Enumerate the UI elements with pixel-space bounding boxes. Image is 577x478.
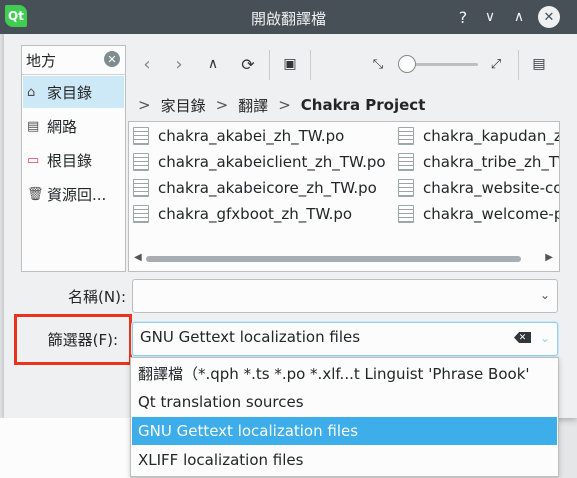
chevron-down-icon[interactable]: ⌄ xyxy=(540,288,550,302)
horizontal-scrollbar[interactable]: ◀ ▶ xyxy=(134,252,553,263)
zoom-in-icon[interactable]: ⤢ xyxy=(484,52,508,76)
file-item[interactable]: chakra_akabeiclient_zh_TW.po xyxy=(133,150,386,174)
title-bar[interactable]: Qt 開啟翻譯檔 ? ∨ ∧ ✕ xyxy=(0,0,577,34)
file-item[interactable]: chakra_akabeicore_zh_TW.po xyxy=(133,176,377,200)
root-folder-icon: ▭ xyxy=(27,152,40,168)
close-button[interactable]: ✕ xyxy=(538,6,560,28)
places-item-label: 家目錄 xyxy=(47,83,93,102)
filter-value: GNU Gettext localization files xyxy=(140,328,361,346)
network-icon: ▤ xyxy=(27,118,40,134)
breadcrumb-current[interactable]: Chakra Project xyxy=(301,96,426,114)
filter-option[interactable]: Qt translation sources xyxy=(132,388,557,416)
name-field[interactable]: ⌄ xyxy=(132,279,558,313)
home-icon: ⌂ xyxy=(27,84,36,100)
file-name: chakra_akabeicore_zh_TW.po xyxy=(158,179,377,197)
places-header: 地方 ✕ xyxy=(22,46,125,75)
file-item[interactable]: chakra_akabei_zh_TW.po xyxy=(133,124,344,148)
po-file-icon xyxy=(133,179,149,197)
scrollbar-thumb[interactable] xyxy=(146,256,521,262)
help-button[interactable]: ? xyxy=(452,6,474,28)
file-item[interactable]: chakra_gfxboot_zh_TW.po xyxy=(133,202,352,226)
places-item-root[interactable]: ▭ 根目錄 xyxy=(23,144,124,176)
clear-text-icon[interactable]: ✕ xyxy=(514,332,531,343)
maximize-button[interactable]: ∧ xyxy=(508,6,530,28)
scroll-right-icon[interactable]: ▶ xyxy=(545,252,553,263)
filter-dropdown-list: 翻譯檔（*.qph *.ts *.po *.xlf...t Linguist '… xyxy=(130,357,559,477)
zoom-out-icon[interactable]: ⤡ xyxy=(366,52,390,76)
file-list[interactable]: chakra_akabei_zh_TW.po chakra_akabeiclie… xyxy=(128,121,560,272)
minimize-button[interactable]: ∨ xyxy=(479,6,501,28)
places-item-label: 網路 xyxy=(47,117,78,136)
po-file-icon xyxy=(398,153,414,171)
toolbar-separator xyxy=(310,50,311,80)
file-name: chakra_website-co xyxy=(423,179,560,197)
file-name: chakra_tribe_zh_T\ xyxy=(423,153,560,171)
file-name: chakra_akabeiclient_zh_TW.po xyxy=(158,153,386,171)
trash-icon: 🗑 xyxy=(27,186,44,202)
places-panel: 地方 ✕ ⌂ 家目錄 ▤ 網路 ▭ 根目錄 🗑 資源回... xyxy=(21,45,126,272)
background-strip xyxy=(0,418,130,478)
places-item-home[interactable]: ⌂ 家目錄 xyxy=(23,76,124,108)
file-item[interactable]: chakra_tribe_zh_T\ xyxy=(398,150,560,174)
breadcrumb-translations[interactable]: 翻譯 xyxy=(238,95,268,116)
po-file-icon xyxy=(398,179,414,197)
filter-option-selected[interactable]: GNU Gettext localization files xyxy=(132,417,557,445)
toolbar-separator xyxy=(518,50,519,80)
chevron-down-icon[interactable]: ⌄ xyxy=(540,331,550,345)
po-file-icon xyxy=(133,153,149,171)
places-item-label: 資源回... xyxy=(47,185,107,204)
close-places-icon[interactable]: ✕ xyxy=(104,51,120,67)
filter-option[interactable]: 翻譯檔（*.qph *.ts *.po *.xlf...t Linguist '… xyxy=(132,359,557,387)
reload-button[interactable]: ⟳ xyxy=(236,52,260,76)
places-item-label: 根目錄 xyxy=(47,151,93,170)
filter-option[interactable]: XLIFF localization files xyxy=(132,446,557,474)
file-name: chakra_kapudan_zh xyxy=(423,127,560,145)
file-item[interactable]: chakra_welcome-p xyxy=(398,202,560,226)
places-header-label: 地方 xyxy=(26,51,57,70)
breadcrumb-separator: > xyxy=(138,96,151,114)
preview-icon[interactable]: ▣ xyxy=(278,52,302,76)
file-name: chakra_gfxboot_zh_TW.po xyxy=(158,205,353,223)
name-label: 名稱(N): xyxy=(68,288,126,306)
scroll-left-icon[interactable]: ◀ xyxy=(134,252,142,263)
po-file-icon xyxy=(133,127,149,145)
places-item-trash[interactable]: 🗑 資源回... xyxy=(23,178,124,210)
filter-label: 篩選器(F): xyxy=(47,331,118,349)
breadcrumb: > 家目錄 > 翻譯 > Chakra Project xyxy=(132,94,425,116)
po-file-icon xyxy=(133,205,149,223)
zoom-slider-handle[interactable] xyxy=(398,55,416,73)
toolbar-separator xyxy=(269,50,270,80)
po-file-icon xyxy=(398,127,414,145)
parent-folder-button[interactable]: ∧ xyxy=(201,52,225,76)
file-item[interactable]: chakra_kapudan_zh xyxy=(398,124,560,148)
file-item[interactable]: chakra_website-co xyxy=(398,176,560,200)
places-item-network[interactable]: ▤ 網路 xyxy=(23,110,124,142)
forward-button[interactable]: › xyxy=(167,52,191,76)
breadcrumb-separator: > xyxy=(278,96,291,114)
view-options-icon[interactable]: ▤ xyxy=(527,52,551,76)
breadcrumb-home[interactable]: 家目錄 xyxy=(161,95,206,116)
po-file-icon xyxy=(398,205,414,223)
back-button[interactable]: ‹ xyxy=(135,52,159,76)
breadcrumb-separator: > xyxy=(215,96,229,114)
file-name: chakra_welcome-p xyxy=(423,205,560,223)
filter-combobox[interactable]: GNU Gettext localization files ✕ ⌄ xyxy=(132,322,558,356)
file-name: chakra_akabei_zh_TW.po xyxy=(158,127,345,145)
